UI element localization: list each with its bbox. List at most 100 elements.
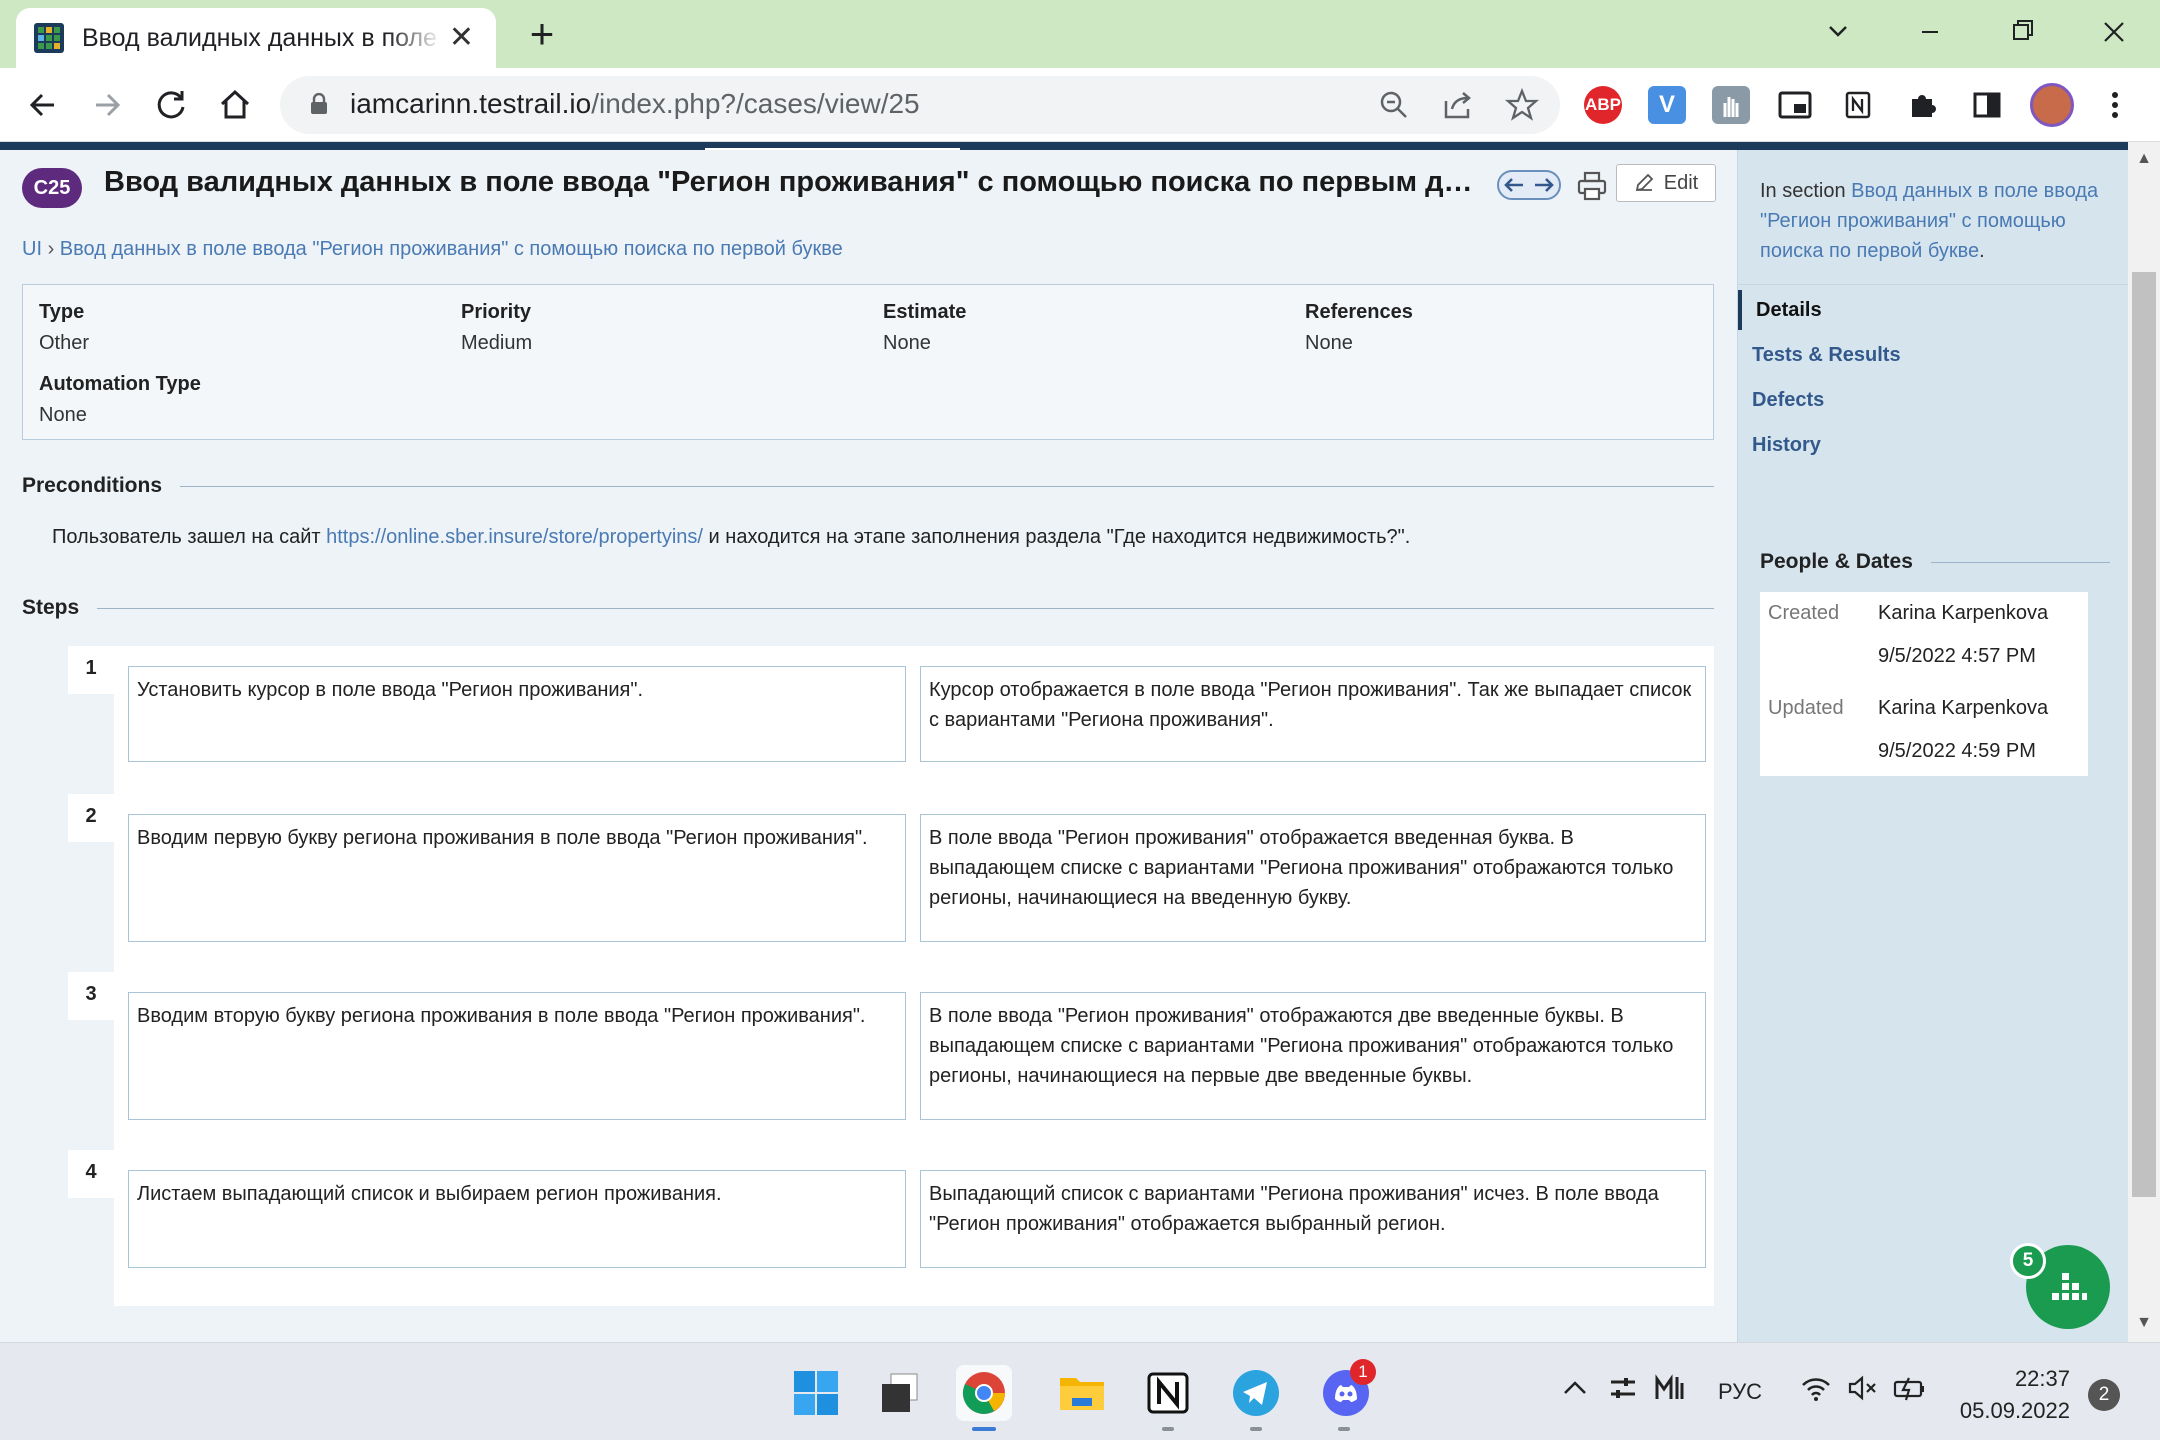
show-hidden-icons-icon[interactable] bbox=[1560, 1373, 1590, 1403]
grid-dots-icon bbox=[2052, 1273, 2087, 1300]
sidebar-section-info: In section Ввод данных в поле ввода "Рег… bbox=[1760, 180, 2099, 262]
telegram-running-indicator bbox=[1250, 1427, 1262, 1431]
case-sidebar: In section Ввод данных в поле ввода "Рег… bbox=[1737, 150, 2128, 1342]
extensions-puzzle-icon[interactable] bbox=[1904, 86, 1942, 124]
share-icon[interactable] bbox=[1440, 87, 1476, 123]
telegram-taskbar-icon[interactable] bbox=[1228, 1365, 1284, 1421]
battery-charging-icon[interactable] bbox=[1892, 1373, 1928, 1403]
preconditions-link[interactable]: https://online.sber.insure/store/propert… bbox=[326, 526, 703, 548]
side-panel-icon[interactable] bbox=[1968, 86, 2006, 124]
step-action: Вводим первую букву региона проживания в… bbox=[128, 814, 906, 942]
browser-tabstrip: Ввод валидных данных в поле ввода "Регио… bbox=[0, 0, 2160, 68]
file-explorer-icon[interactable] bbox=[1054, 1365, 1110, 1421]
step-expected-result: Выпадающий список с вариантами "Региона … bbox=[920, 1170, 1706, 1268]
zoom-icon[interactable] bbox=[1376, 87, 1412, 123]
sidebar-nav-details[interactable]: Details bbox=[1738, 290, 2128, 330]
step-number: 1 bbox=[68, 646, 114, 694]
breadcrumb-root[interactable]: UI bbox=[22, 238, 42, 260]
case-content: C25 Ввод валидных данных в поле ввода "Р… bbox=[0, 150, 1737, 1342]
adblock-plus-icon[interactable]: ABP bbox=[1584, 86, 1622, 124]
field-automation-type: Automation Type None bbox=[39, 373, 201, 426]
url-text[interactable]: iamcarinn.testrail.io/index.php?/cases/v… bbox=[350, 88, 920, 120]
step-action: Листаем выпадающий список и выбираем рег… bbox=[128, 1170, 906, 1268]
people-dates-heading: People & Dates bbox=[1760, 550, 2110, 574]
field-references: References None bbox=[1305, 301, 1413, 354]
step-expected-result: В поле ввода "Регион проживания" отображ… bbox=[920, 814, 1706, 942]
testrail-top-navigation bbox=[0, 142, 2128, 150]
field-priority: Priority Medium bbox=[461, 301, 533, 354]
task-view-icon[interactable] bbox=[872, 1365, 928, 1421]
browser-tab[interactable]: Ввод валидных данных в поле ввода "Регио… bbox=[16, 8, 496, 68]
preconditions-heading: Preconditions bbox=[22, 474, 1714, 498]
browser-toolbar: iamcarinn.testrail.io/index.php?/cases/v… bbox=[0, 68, 2160, 142]
field-estimate: Estimate None bbox=[883, 301, 967, 354]
breadcrumb: UI › Ввод данных в поле ввода "Регион пр… bbox=[22, 238, 843, 261]
new-tab-button[interactable]: + bbox=[520, 12, 564, 56]
step-expected-result: В поле ввода "Регион проживания" отображ… bbox=[920, 992, 1706, 1120]
edit-button[interactable]: Edit bbox=[1616, 164, 1716, 202]
case-title: Ввод валидных данных в поле ввода "Регио… bbox=[104, 166, 1484, 198]
people-dates-card: Created Karina Karpenkova 9/5/2022 4:57 … bbox=[1760, 592, 2088, 776]
close-window-icon[interactable] bbox=[2084, 12, 2144, 52]
discord-notification-badge: 1 bbox=[1350, 1359, 1376, 1385]
scrollbar-thumb[interactable] bbox=[2132, 272, 2156, 1197]
updated-by: Karina Karpenkova bbox=[1878, 697, 2049, 719]
help-widget-badge: 5 bbox=[2010, 1243, 2046, 1279]
next-case-icon[interactable] bbox=[1533, 176, 1555, 194]
home-icon[interactable] bbox=[212, 82, 258, 128]
scroll-up-arrow-icon[interactable]: ▲ bbox=[2134, 150, 2154, 168]
tab-title: Ввод валидных данных в поле ввода "Регио… bbox=[82, 23, 442, 52]
testrail-favicon-icon bbox=[34, 23, 64, 53]
step-number: 2 bbox=[68, 794, 114, 842]
sidebar-nav-defects[interactable]: Defects bbox=[1738, 380, 2128, 420]
updated-label: Updated bbox=[1768, 697, 1844, 719]
discord-running-indicator bbox=[1338, 1427, 1350, 1431]
sidebar-nav-tests-results[interactable]: Tests & Results bbox=[1738, 335, 2128, 375]
picture-in-picture-icon[interactable] bbox=[1776, 86, 1814, 124]
reload-icon[interactable] bbox=[148, 82, 194, 128]
windows-start-icon[interactable] bbox=[788, 1365, 844, 1421]
created-at: 9/5/2022 4:57 PM bbox=[1878, 645, 2036, 667]
step-number: 4 bbox=[68, 1150, 114, 1198]
page-scrollbar[interactable]: ▲ ▼ bbox=[2128, 142, 2160, 1342]
step-action: Установить курсор в поле ввода "Регион п… bbox=[128, 666, 906, 762]
created-by: Karina Karpenkova bbox=[1878, 602, 2049, 624]
equalizer-tray-icon[interactable] bbox=[1608, 1373, 1638, 1403]
preconditions-text: Пользователь зашел на сайт https://onlin… bbox=[52, 526, 1411, 548]
sidebar-divider bbox=[1738, 284, 2128, 285]
forward-icon[interactable] bbox=[84, 82, 130, 128]
profile-avatar[interactable] bbox=[2030, 83, 2074, 127]
notion-taskbar-icon[interactable] bbox=[1140, 1365, 1196, 1421]
steps-heading: Steps bbox=[22, 596, 1714, 620]
windows-taskbar: 1 РУС 22:37 05.09.2022 2 bbox=[0, 1342, 2160, 1440]
meter-tray-icon[interactable] bbox=[1654, 1373, 1686, 1403]
back-icon[interactable] bbox=[20, 82, 66, 128]
notion-web-clipper-icon[interactable] bbox=[1840, 86, 1878, 124]
minimize-icon[interactable] bbox=[1900, 12, 1960, 52]
taskbar-clock[interactable]: 22:37 05.09.2022 bbox=[1950, 1363, 2070, 1427]
breadcrumb-section[interactable]: Ввод данных в поле ввода "Регион прожива… bbox=[60, 238, 843, 260]
volume-muted-icon[interactable] bbox=[1846, 1373, 1878, 1403]
print-icon[interactable] bbox=[1576, 170, 1608, 202]
previous-case-icon[interactable] bbox=[1503, 176, 1525, 194]
wifi-icon[interactable] bbox=[1800, 1373, 1832, 1403]
pencil-icon bbox=[1635, 173, 1654, 192]
hand-extension-icon[interactable] bbox=[1712, 86, 1750, 124]
scroll-down-arrow-icon[interactable]: ▼ bbox=[2134, 1314, 2154, 1332]
chrome-menu-icon[interactable] bbox=[2096, 86, 2134, 124]
restore-icon[interactable] bbox=[1992, 12, 2052, 52]
edit-button-label: Edit bbox=[1663, 171, 1699, 194]
notification-center-badge[interactable]: 2 bbox=[2088, 1379, 2120, 1411]
chrome-taskbar-icon[interactable] bbox=[956, 1365, 1012, 1421]
step-action: Вводим вторую букву региона проживания в… bbox=[128, 992, 906, 1120]
bookmark-star-icon[interactable] bbox=[1504, 87, 1540, 123]
case-fields-panel: Type Other Priority Medium Estimate None Re… bbox=[22, 284, 1714, 440]
input-language[interactable]: РУС bbox=[1718, 1379, 1762, 1405]
field-type: Type Other bbox=[39, 301, 90, 354]
sidebar-nav-history[interactable]: History bbox=[1738, 425, 2128, 465]
case-prev-next bbox=[1497, 170, 1561, 200]
tab-search-icon[interactable] bbox=[1808, 12, 1868, 52]
tab-close-icon[interactable]: ✕ bbox=[449, 22, 474, 54]
address-bar[interactable]: iamcarinn.testrail.io/index.php?/cases/v… bbox=[280, 76, 1560, 134]
v-extension-icon[interactable]: V bbox=[1648, 86, 1686, 124]
